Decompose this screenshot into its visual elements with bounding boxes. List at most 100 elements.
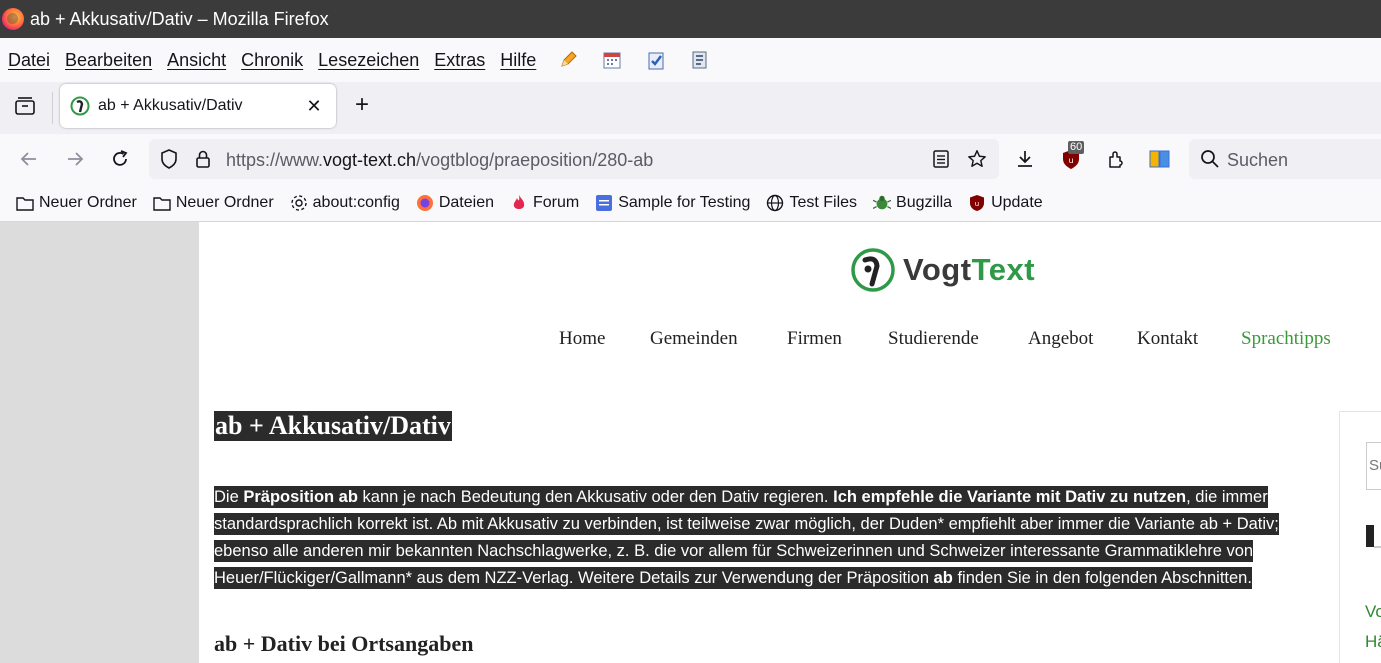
doc-icon	[595, 194, 613, 212]
bookmark-label: Sample for Testing	[618, 193, 751, 211]
shield-icon[interactable]	[159, 149, 179, 169]
navigation-bar: https://www.vogt-text.ch/vogtblog/praepo…	[0, 134, 1381, 184]
clipboard-check-icon[interactable]	[645, 49, 667, 71]
bookmarks-bar: Neuer Ordner Neuer Ordner about:config D…	[0, 184, 1381, 222]
bookmark-bugzilla[interactable]: Bugzilla	[873, 194, 952, 212]
nav-sprachtipps[interactable]: Sprachtipps	[1241, 328, 1331, 350]
tab-title: ab + Akkusativ/Dativ	[98, 97, 243, 114]
close-icon[interactable]: ✕	[304, 96, 324, 116]
svg-text:u: u	[1068, 156, 1073, 165]
vogttext-logo-icon	[851, 248, 895, 292]
menu-ansicht[interactable]: Ansicht	[167, 50, 226, 71]
p1-c: kann je nach Bedeutung den Akkusativ ode…	[357, 488, 834, 506]
extensions-puzzle-icon[interactable]	[1104, 147, 1128, 171]
nav-home[interactable]: Home	[559, 328, 605, 350]
bookmark-label: Dateien	[438, 193, 494, 211]
calendar-icon[interactable]	[601, 49, 623, 71]
p1-g: finden Sie in den folgenden Abschnitten.	[952, 569, 1252, 587]
menu-datei[interactable]: Datei	[8, 50, 50, 71]
nav-gemeinden[interactable]: Gemeinden	[650, 328, 738, 350]
ublock-icon[interactable]: u 60	[1059, 141, 1085, 171]
bookmark-label: Test Files	[789, 193, 858, 211]
bookmark-label: Update	[991, 193, 1043, 211]
folder-icon	[16, 194, 34, 212]
nav-angebot[interactable]: Angebot	[1028, 328, 1093, 350]
search-placeholder: Suchen	[1227, 150, 1289, 170]
menu-bearbeiten[interactable]: Bearbeiten	[65, 50, 152, 71]
nav-firmen[interactable]: Firmen	[787, 328, 842, 350]
vogttext-favicon-icon	[70, 96, 90, 116]
new-tab-button[interactable]: +	[350, 93, 374, 118]
window-titlebar: ab + Akkusativ/Dativ – Mozilla Firefox	[0, 0, 1381, 38]
article-paragraph: Die Präposition ab kann je nach Bedeutun…	[214, 484, 1304, 592]
tab-list-icon[interactable]	[13, 95, 37, 117]
settings-doc-icon[interactable]	[689, 49, 711, 71]
sidebar-link[interactable]: Vo	[1365, 602, 1381, 622]
url-text[interactable]: https://www.vogt-text.ch/vogtblog/praepo…	[226, 150, 653, 171]
sidebar-heading-bar	[1366, 525, 1374, 547]
right-sidebar: Su Vo Hä	[1339, 411, 1381, 663]
p1-f: ab	[933, 569, 953, 587]
bookmark-dateien[interactable]: Dateien	[416, 194, 494, 212]
star-icon[interactable]	[967, 149, 987, 169]
p1-d: Ich empfehle die Variante mit Dativ zu n…	[833, 488, 1187, 506]
url-path: /vogtblog/praeposition/280-ab	[416, 150, 654, 170]
p1-a: Die	[214, 488, 244, 506]
p1-b: Präposition ab	[243, 488, 358, 506]
logo-text: VogtText	[903, 252, 1035, 288]
bookmark-label: Forum	[533, 193, 580, 211]
ublock-badge: 60	[1068, 141, 1085, 154]
bug-icon	[873, 194, 892, 212]
sidebar-search-input[interactable]: Su	[1366, 442, 1381, 490]
url-domain: vogt-text.ch	[323, 150, 417, 170]
tab-separator	[52, 92, 53, 124]
bookmark-neuer-ordner-1[interactable]: Neuer Ordner	[16, 194, 137, 212]
svg-text:u: u	[975, 200, 979, 208]
search-input[interactable]: Suchen	[1189, 139, 1381, 179]
bookmark-about-config[interactable]: about:config	[290, 194, 400, 212]
page-left-gutter	[0, 222, 199, 663]
window-title: ab + Akkusativ/Dativ – Mozilla Firefox	[30, 8, 329, 29]
firefox-icon	[416, 194, 434, 212]
forward-arrow-icon[interactable]	[63, 147, 87, 171]
bookmark-label: Neuer Ordner	[39, 193, 137, 211]
bookmark-neuer-ordner-2[interactable]: Neuer Ordner	[153, 194, 274, 212]
menu-hilfe[interactable]: Hilfe	[500, 50, 536, 71]
nav-studierende[interactable]: Studierende	[888, 328, 979, 350]
site-logo[interactable]: VogtText	[849, 245, 1049, 295]
url-bar[interactable]: https://www.vogt-text.ch/vogtblog/praepo…	[149, 139, 999, 179]
article-text-highlight: Die Präposition ab kann je nach Bedeutun…	[214, 486, 1279, 589]
back-arrow-icon[interactable]	[17, 147, 41, 171]
bookmark-label: Neuer Ordner	[175, 193, 274, 211]
url-prefix: https://www.	[226, 150, 324, 170]
download-icon[interactable]	[1013, 147, 1037, 171]
menu-extras[interactable]: Extras	[434, 50, 485, 71]
tab-strip: ab + Akkusativ/Dativ ✕ +	[0, 82, 1381, 134]
bookmark-label: about:config	[312, 193, 400, 211]
web-page: VogtText Home Gemeinden Firmen Studieren…	[0, 222, 1381, 663]
bookmark-label: Bugzilla	[896, 193, 953, 211]
bookmark-update[interactable]: u Update	[968, 194, 1043, 212]
menu-bar: Datei Bearbeiten Ansicht Chronik Lesezei…	[0, 38, 1381, 82]
menu-chronik[interactable]: Chronik	[241, 50, 303, 71]
gear-icon	[290, 194, 308, 212]
folder-icon	[153, 194, 171, 212]
bookmark-forum[interactable]: Forum	[510, 194, 579, 212]
section-heading: ab + Dativ bei Ortsangaben	[214, 631, 474, 656]
article-title: ab + Akkusativ/Dativ	[214, 411, 452, 441]
tab-active[interactable]: ab + Akkusativ/Dativ ✕	[60, 84, 336, 128]
sidebar-link[interactable]: Hä	[1365, 632, 1381, 652]
reload-icon[interactable]	[108, 147, 132, 171]
bookmark-test-files[interactable]: Test Files	[766, 194, 857, 212]
logo-vogt: Vogt	[903, 252, 972, 287]
bookmark-sample-for-testing[interactable]: Sample for Testing	[595, 194, 750, 212]
sidebar-divider	[1374, 546, 1381, 548]
nav-kontakt[interactable]: Kontakt	[1137, 328, 1198, 350]
reader-view-icon[interactable]	[931, 149, 951, 169]
pencil-icon[interactable]	[557, 49, 579, 71]
firefox-icon	[2, 8, 24, 30]
container-extension-icon[interactable]	[1148, 147, 1172, 171]
flame-icon	[510, 194, 528, 212]
lock-icon[interactable]	[193, 149, 213, 169]
menu-lesezeichen[interactable]: Lesezeichen	[318, 50, 419, 71]
